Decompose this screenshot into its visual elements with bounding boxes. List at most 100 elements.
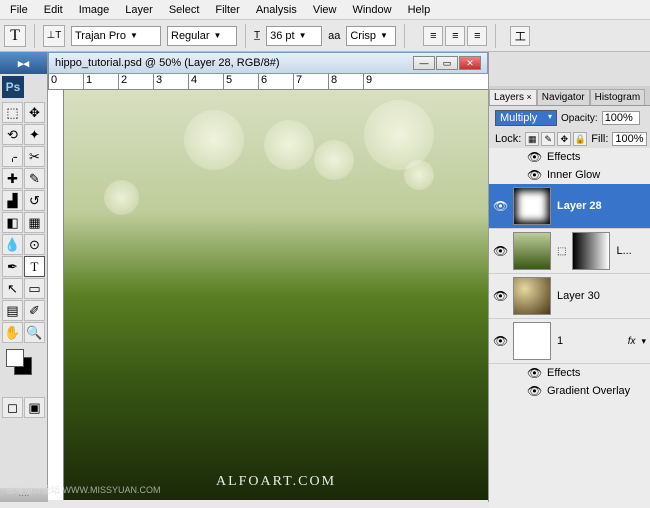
font-style-dropdown[interactable]: Regular ▼ — [167, 26, 237, 46]
menu-help[interactable]: Help — [400, 2, 439, 18]
menu-select[interactable]: Select — [161, 2, 208, 18]
layer-thumbnail[interactable] — [513, 187, 551, 225]
slice-tool[interactable]: ✂ — [24, 146, 45, 167]
visibility-icon[interactable]: 👁 — [527, 366, 541, 380]
lock-transparency-icon[interactable]: ▦ — [525, 132, 539, 146]
font-size-dropdown[interactable]: 36 pt ▼ — [266, 26, 322, 46]
layer-name[interactable]: 1 — [557, 335, 563, 347]
inner-glow-row[interactable]: 👁 Inner Glow — [489, 166, 650, 184]
shape-tool[interactable]: ▭ — [24, 278, 45, 299]
ruler-tick: 4 — [188, 74, 223, 89]
mask-link-icon[interactable]: ⬚ — [557, 246, 566, 257]
align-right-button[interactable]: ≡ — [467, 26, 487, 46]
crop-tool[interactable]: ⌌ — [2, 146, 23, 167]
visibility-icon[interactable]: 👁 — [493, 334, 507, 348]
workspace: ▸◂ Ps ⬚ ✥ ⟲ ✦ ⌌ ✂ ✚ ✎ ▟ ↺ ◧ ▦ 💧 ⊙ ✒ T ↖ … — [0, 52, 650, 502]
menu-image[interactable]: Image — [71, 2, 118, 18]
ruler-tick: 3 — [153, 74, 188, 89]
ruler-tick: 1 — [83, 74, 118, 89]
marquee-tool[interactable]: ⬚ — [2, 102, 23, 123]
gradient-overlay-row[interactable]: 👁 Gradient Overlay — [489, 382, 650, 400]
move-tool[interactable]: ✥ — [24, 102, 45, 123]
antialias-dropdown[interactable]: Crisp ▼ — [346, 26, 396, 46]
separator — [495, 24, 496, 48]
layer-name[interactable]: L... — [616, 245, 631, 257]
layer-row-layer1[interactable]: 👁 1 fx ▾ — [489, 319, 650, 364]
lock-all-icon[interactable]: 🔒 — [573, 132, 587, 146]
fx-badge[interactable]: fx — [628, 336, 636, 347]
tab-histogram[interactable]: Histogram — [590, 89, 646, 105]
visibility-icon[interactable]: 👁 — [527, 168, 541, 182]
wand-tool[interactable]: ✦ — [24, 124, 45, 145]
mask-thumbnail[interactable] — [572, 232, 610, 270]
effects-row[interactable]: 👁 Effects — [489, 148, 650, 166]
layer-thumbnail[interactable] — [513, 322, 551, 360]
tab-layers[interactable]: Layers — [489, 89, 537, 105]
horizontal-ruler[interactable]: 0 1 2 3 4 5 6 7 8 9 — [48, 74, 488, 90]
document-titlebar[interactable]: hippo_tutorial.psd @ 50% (Layer 28, RGB/… — [48, 52, 488, 74]
eyedropper-tool[interactable]: ✐ — [24, 300, 45, 321]
layer-thumbnail[interactable] — [513, 277, 551, 315]
blur-tool[interactable]: 💧 — [2, 234, 23, 255]
layer-row-layer30[interactable]: 👁 Layer 30 — [489, 274, 650, 319]
vertical-ruler[interactable] — [48, 90, 64, 500]
panel-tabs: Layers Navigator Histogram — [489, 86, 650, 106]
layer-thumbnail[interactable] — [513, 232, 551, 270]
fx-expand-icon[interactable]: ▾ — [641, 336, 646, 347]
maximize-button[interactable]: ▭ — [436, 56, 458, 70]
zoom-tool[interactable]: 🔍 — [24, 322, 45, 343]
layer-row-moss[interactable]: 👁 ⬚ L... — [489, 229, 650, 274]
panels-column: Layers Navigator Histogram Multiply ▾ Op… — [488, 52, 650, 502]
foreground-swatch[interactable] — [6, 349, 24, 367]
visibility-icon[interactable]: 👁 — [527, 150, 541, 164]
close-button[interactable]: ✕ — [459, 56, 481, 70]
tools-handle[interactable]: ▸◂ — [0, 52, 47, 74]
screenmode-toggle[interactable]: ▣ — [24, 397, 45, 418]
visibility-icon[interactable]: 👁 — [527, 384, 541, 398]
blend-mode-dropdown[interactable]: Multiply ▾ — [495, 110, 557, 126]
visibility-icon[interactable]: 👁 — [493, 244, 507, 258]
menu-filter[interactable]: Filter — [207, 2, 247, 18]
color-swatches[interactable] — [0, 345, 47, 389]
pen-tool[interactable]: ✒ — [2, 256, 23, 277]
notes-tool[interactable]: ▤ — [2, 300, 23, 321]
path-tool[interactable]: ↖ — [2, 278, 23, 299]
type-tool[interactable]: T — [24, 256, 45, 277]
menu-analysis[interactable]: Analysis — [248, 2, 305, 18]
menu-file[interactable]: File — [2, 2, 36, 18]
tab-navigator[interactable]: Navigator — [537, 89, 590, 105]
align-center-button[interactable]: ≡ — [445, 26, 465, 46]
fill-input[interactable]: 100% — [612, 132, 646, 146]
menu-window[interactable]: Window — [344, 2, 399, 18]
separator — [404, 24, 405, 48]
lock-position-icon[interactable]: ✥ — [557, 132, 571, 146]
orientation-icon[interactable]: ⊥T — [43, 25, 65, 47]
menu-edit[interactable]: Edit — [36, 2, 71, 18]
layer-name[interactable]: Layer 28 — [557, 200, 602, 212]
dodge-tool[interactable]: ⊙ — [24, 234, 45, 255]
canvas[interactable]: ALFOART.COM — [64, 90, 488, 500]
visibility-icon[interactable]: 👁 — [493, 199, 507, 213]
layer-name[interactable]: Layer 30 — [557, 290, 600, 302]
fill-value: 100% — [615, 133, 643, 145]
lasso-tool[interactable]: ⟲ — [2, 124, 23, 145]
brush-tool[interactable]: ✎ — [24, 168, 45, 189]
warp-text-button[interactable]: 工 — [510, 26, 530, 46]
menu-view[interactable]: View — [305, 2, 345, 18]
history-brush-tool[interactable]: ↺ — [24, 190, 45, 211]
menu-layer[interactable]: Layer — [117, 2, 161, 18]
eraser-tool[interactable]: ◧ — [2, 212, 23, 233]
align-left-button[interactable]: ≡ — [423, 26, 443, 46]
opacity-input[interactable]: 100% — [602, 111, 640, 125]
quickmask-toggle[interactable]: ◻ — [2, 397, 23, 418]
stamp-tool[interactable]: ▟ — [2, 190, 23, 211]
layer-row-layer28[interactable]: 👁 Layer 28 — [489, 184, 650, 229]
visibility-icon[interactable]: 👁 — [493, 289, 507, 303]
gradient-tool[interactable]: ▦ — [24, 212, 45, 233]
heal-tool[interactable]: ✚ — [2, 168, 23, 189]
lock-pixels-icon[interactable]: ✎ — [541, 132, 555, 146]
minimize-button[interactable]: — — [413, 56, 435, 70]
effects-row-2[interactable]: 👁 Effects — [489, 364, 650, 382]
hand-tool[interactable]: ✋ — [2, 322, 23, 343]
font-family-dropdown[interactable]: Trajan Pro ▼ — [71, 26, 161, 46]
